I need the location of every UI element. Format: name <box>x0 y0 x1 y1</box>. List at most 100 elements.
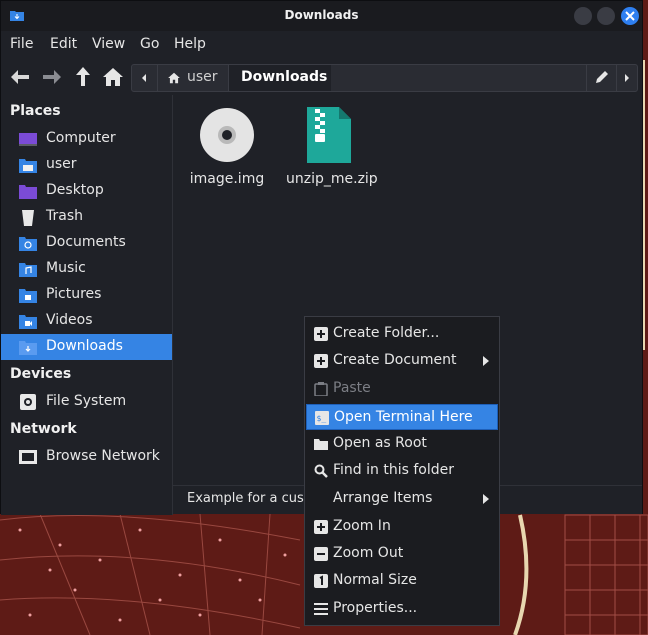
menu-item-label: Create Document <box>333 352 457 368</box>
plus-icon <box>314 520 328 534</box>
menu-item-normal-size[interactable]: Normal Size <box>306 568 498 594</box>
menu-item-label: Normal Size <box>333 572 417 588</box>
plus-icon <box>314 327 328 341</box>
menu-go[interactable]: Go <box>140 36 159 52</box>
menu-file[interactable]: File <box>10 36 33 52</box>
sidebar-item-music[interactable]: Music <box>1 256 172 282</box>
status-text: Example for a cust <box>187 491 309 506</box>
sidebar-item-label: Downloads <box>46 338 123 354</box>
sidebar-item-videos[interactable]: Videos <box>1 308 172 334</box>
file-item-unzip-me-zip[interactable]: unzip_me.zip <box>286 107 378 187</box>
sidebar-item-user[interactable]: user <box>1 152 172 178</box>
sidebar-heading-network: Network <box>10 421 77 437</box>
properties-icon <box>314 603 328 615</box>
edit-location-button[interactable] <box>586 65 615 91</box>
downloads-folder-icon <box>19 341 37 355</box>
pencil-icon <box>596 71 608 83</box>
sidebar-item-computer[interactable]: Computer <box>1 126 172 152</box>
submenu-arrow-icon <box>483 356 489 366</box>
music-folder-icon <box>19 263 37 277</box>
minimize-button[interactable] <box>574 7 592 25</box>
menu-item-label: Open as Root <box>333 435 427 451</box>
menu-item-properties[interactable]: Properties... <box>306 596 498 622</box>
context-menu: Create Folder... Create Document Paste $… <box>304 316 500 626</box>
sidebar-item-pictures[interactable]: Pictures <box>1 282 172 308</box>
sidebar-item-label: Trash <box>46 208 83 224</box>
path-segment-label: user <box>187 69 218 85</box>
maximize-button[interactable] <box>597 7 615 25</box>
menu-item-label: Paste <box>333 380 371 396</box>
menu-item-label: Properties... <box>333 600 418 616</box>
menu-item-zoom-out[interactable]: Zoom Out <box>306 541 498 567</box>
menu-item-zoom-in[interactable]: Zoom In <box>306 514 498 540</box>
sidebar: Places Computer user Desktop Trash Docum… <box>1 95 173 515</box>
sidebar-item-file-system[interactable]: File System <box>1 389 172 415</box>
submenu-arrow-icon <box>483 494 489 504</box>
file-name: unzip_me.zip <box>286 171 378 187</box>
trash-icon <box>22 210 34 226</box>
sidebar-item-label: user <box>46 156 77 172</box>
chevron-right-icon <box>625 74 629 82</box>
menu-item-label: Open Terminal Here <box>334 409 473 425</box>
home-folder-icon <box>19 159 37 173</box>
file-item-image-img[interactable]: image.img <box>184 107 270 187</box>
menu-edit[interactable]: Edit <box>50 36 77 52</box>
menu-item-label: Zoom In <box>333 518 391 534</box>
sidebar-item-label: Pictures <box>46 286 102 302</box>
sidebar-item-label: Music <box>46 260 86 276</box>
menu-item-paste[interactable]: Paste <box>306 376 498 402</box>
up-arrow-icon[interactable] <box>71 65 95 89</box>
sidebar-item-label: Documents <box>46 234 126 250</box>
sidebar-heading-places: Places <box>10 103 61 119</box>
sidebar-item-label: Browse Network <box>46 448 160 464</box>
menu-item-label: Zoom Out <box>333 545 404 561</box>
back-arrow-icon[interactable] <box>9 65 33 89</box>
forward-arrow-icon[interactable] <box>39 65 63 89</box>
file-name: image.img <box>189 171 265 187</box>
menu-help[interactable]: Help <box>174 36 206 52</box>
menu-item-label: Arrange Items <box>333 490 433 506</box>
pictures-folder-icon <box>19 289 37 303</box>
plus-icon <box>314 354 328 368</box>
path-scroll-left-button[interactable] <box>132 65 158 91</box>
terminal-icon: $_ <box>315 411 329 425</box>
search-icon <box>314 464 328 478</box>
title-bar[interactable]: Downloads <box>1 1 642 31</box>
menu-item-find-in-this-folder[interactable]: Find in this folder <box>306 458 498 484</box>
sidebar-item-label: File System <box>46 393 127 409</box>
path-segment-user[interactable]: user <box>158 65 229 91</box>
desktop-folder-icon <box>19 185 37 199</box>
path-segment-label: Downloads <box>241 69 328 85</box>
menu-bar: File Edit View Go Help <box>1 31 642 59</box>
path-scroll-right-button[interactable] <box>616 65 637 91</box>
computer-icon <box>19 133 37 146</box>
minus-icon <box>314 547 328 561</box>
menu-item-arrange-items[interactable]: Arrange Items <box>306 486 498 512</box>
sidebar-item-documents[interactable]: Documents <box>1 230 172 256</box>
sidebar-item-trash[interactable]: Trash <box>1 204 172 230</box>
sidebar-item-browse-network[interactable]: Browse Network <box>1 444 172 470</box>
menu-item-label: Create Folder... <box>333 325 440 341</box>
menu-view[interactable]: View <box>92 36 125 52</box>
sidebar-heading-devices: Devices <box>10 366 72 382</box>
videos-folder-icon <box>19 315 37 329</box>
chevron-left-icon <box>142 74 146 82</box>
toolbar: user Downloads <box>1 59 642 95</box>
menu-item-open-as-root[interactable]: Open as Root <box>306 431 498 457</box>
clipboard-icon <box>314 382 328 396</box>
sidebar-item-desktop[interactable]: Desktop <box>1 178 172 204</box>
drive-icon <box>20 394 36 410</box>
home-icon[interactable] <box>101 65 125 89</box>
zip-archive-icon <box>307 107 351 163</box>
path-segment-current[interactable]: Downloads <box>229 65 331 91</box>
network-icon <box>19 450 37 464</box>
menu-item-create-document[interactable]: Create Document <box>306 348 498 374</box>
sidebar-item-downloads[interactable]: Downloads <box>1 334 172 360</box>
sidebar-item-label: Desktop <box>46 182 104 198</box>
sidebar-item-label: Computer <box>46 130 116 146</box>
home-icon <box>168 72 180 84</box>
folder-icon <box>314 439 328 450</box>
close-button[interactable] <box>621 7 639 25</box>
menu-item-open-terminal-here[interactable]: $_ Open Terminal Here <box>306 404 498 430</box>
menu-item-create-folder[interactable]: Create Folder... <box>306 321 498 347</box>
